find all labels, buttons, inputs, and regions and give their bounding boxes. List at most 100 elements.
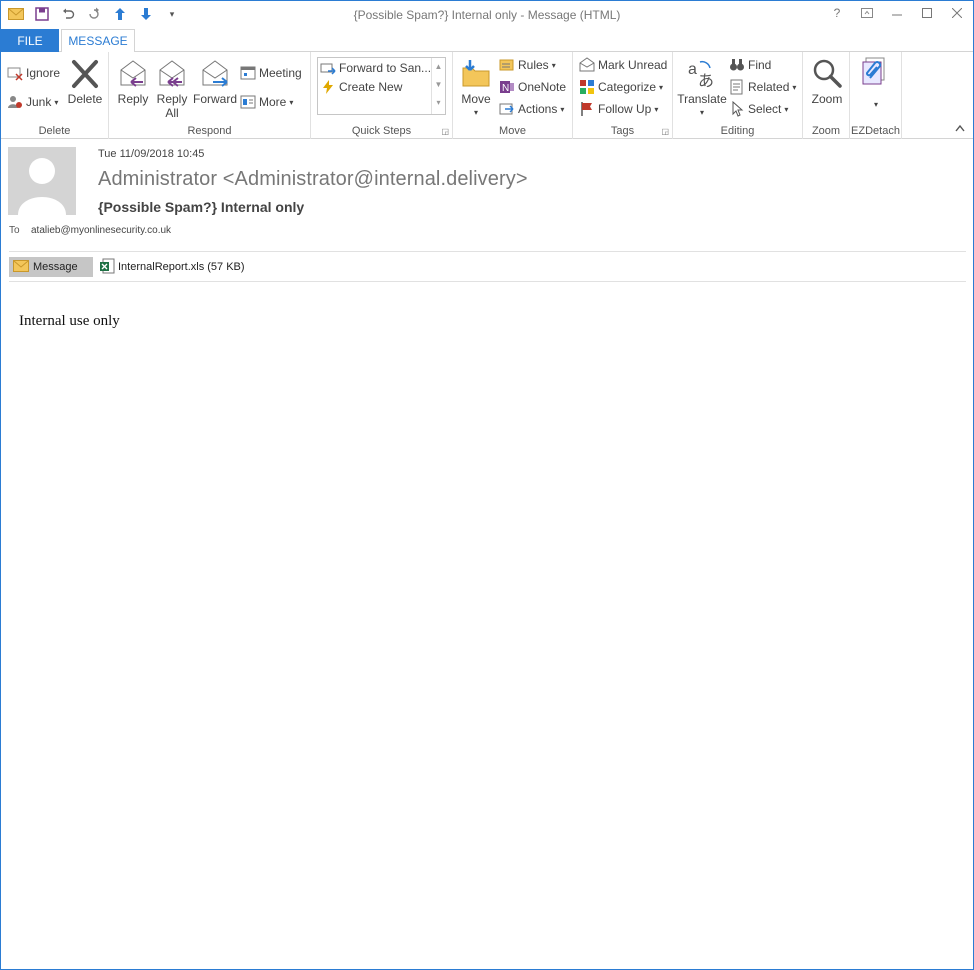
onenote-label: OneNote — [518, 80, 567, 94]
chevron-down-icon: ▾ — [473, 108, 478, 117]
mark-unread-label: Mark Unread — [598, 58, 668, 72]
select-label: Select — [748, 102, 782, 116]
header-divider — [9, 251, 966, 252]
to-recipient[interactable]: atalieb@myonlinesecurity.co.uk — [31, 225, 171, 236]
avatar — [8, 147, 76, 215]
chevron-down-icon: ▾ — [792, 82, 797, 92]
delete-button[interactable]: Delete — [65, 58, 105, 106]
chevron-down-icon: ▾ — [560, 104, 565, 114]
forward-icon — [199, 58, 231, 90]
move-button[interactable]: Move ▾ — [458, 58, 494, 120]
attachment-message-tab[interactable]: Message — [9, 257, 93, 277]
message-envelope-icon — [13, 259, 29, 275]
meeting-button[interactable]: Meeting — [240, 64, 302, 82]
reply-all-button[interactable]: Reply All — [154, 58, 190, 120]
actions-label: Actions — [518, 102, 558, 116]
dialog-launcher-icon[interactable]: ◲ — [441, 127, 449, 136]
rules-button[interactable]: Rules ▾ — [499, 56, 556, 74]
delete-label: Delete — [67, 92, 103, 106]
zoom-group-label: Zoom — [811, 125, 841, 137]
window-title: {Possible Spam?} Internal only - Message… — [353, 8, 621, 22]
forward-button[interactable]: Forward — [193, 58, 237, 106]
forward-label: Forward — [193, 92, 238, 106]
dialog-launcher-icon[interactable]: ◲ — [661, 127, 669, 136]
delete-group-label: Delete — [38, 125, 71, 137]
tags-group: Mark Unread Categorize ▾ Follow Up ▾ Tag… — [573, 52, 673, 139]
select-button[interactable]: Select ▾ — [729, 100, 788, 118]
message-body: Internal use only — [19, 313, 120, 329]
ribbon-display-icon[interactable] — [859, 5, 875, 21]
follow-up-button[interactable]: Follow Up ▾ — [579, 100, 658, 118]
attachment-file-label: InternalReport.xls (57 KB) — [118, 261, 245, 273]
zoom-button[interactable]: Zoom — [807, 58, 847, 106]
svg-text:N: N — [502, 83, 509, 94]
junk-button[interactable]: Junk ▾ — [7, 93, 58, 111]
tab-message[interactable]: MESSAGE — [61, 29, 135, 53]
junk-icon — [7, 94, 23, 110]
quick-steps-scrollbar[interactable]: ▲ ▼ ▾ — [431, 58, 445, 114]
respond-group: Reply Reply All Forward Meeting More ▾ R… — [109, 52, 311, 139]
find-button[interactable]: Find — [729, 56, 771, 74]
quick-step-forward-to[interactable]: Forward to San... — [320, 59, 431, 77]
chevron-down-icon: ▾ — [659, 82, 664, 92]
chevron-down-icon: ▾ — [54, 97, 59, 107]
attachment-message-label: Message — [33, 261, 78, 273]
reply-all-label-1: Reply — [156, 92, 188, 106]
gallery-expand-icon[interactable]: ▾ — [432, 94, 445, 112]
editing-group: aあ Translate ▾ Find Related ▾ Select ▾ E… — [673, 52, 803, 139]
chevron-down-icon: ▾ — [873, 100, 878, 109]
help-icon[interactable]: ? — [829, 5, 845, 21]
tab-file[interactable]: FILE — [1, 29, 59, 52]
quick-step-create-new[interactable]: Create New — [320, 78, 402, 96]
ezdetach-button[interactable]: ▾ — [856, 56, 896, 112]
forward-mail-icon — [320, 60, 336, 76]
meeting-label: Meeting — [259, 66, 302, 80]
ezdetach-group-label: EZDetach — [851, 125, 900, 137]
editing-group-label: Editing — [720, 125, 755, 137]
lightning-icon — [320, 79, 336, 95]
outlook-message-window: ▾ {Possible Spam?} Internal only - Messa… — [0, 0, 974, 970]
maximize-icon[interactable] — [919, 5, 935, 21]
follow-up-label: Follow Up — [598, 102, 652, 116]
actions-icon — [499, 101, 515, 117]
translate-button[interactable]: aあ Translate ▾ — [677, 58, 727, 120]
paperclip-icon — [860, 56, 892, 88]
chevron-down-icon: ▾ — [654, 104, 659, 114]
reply-button[interactable]: Reply — [115, 58, 151, 106]
svg-text:a: a — [688, 61, 697, 78]
translate-label: Translate — [677, 92, 727, 106]
magnifier-icon — [811, 58, 843, 90]
actions-button[interactable]: Actions ▾ — [499, 100, 564, 118]
flag-icon — [579, 101, 595, 117]
ribbon: Ignore Junk ▾ Delete Delete Reply Reply … — [1, 52, 973, 139]
categorize-button[interactable]: Categorize ▾ — [579, 78, 663, 96]
scroll-up-icon[interactable]: ▲ — [432, 58, 445, 76]
ignore-button[interactable]: Ignore — [7, 64, 60, 82]
collapse-ribbon-icon[interactable] — [955, 124, 965, 135]
to-label: To — [9, 225, 20, 236]
more-label: More — [259, 95, 287, 109]
chevron-down-icon: ▾ — [289, 97, 294, 107]
message-sender[interactable]: Administrator <Administrator@internal.de… — [98, 168, 528, 191]
quick-step-create-label: Create New — [339, 80, 403, 94]
zoom-label: Zoom — [811, 92, 843, 106]
ignore-label: Ignore — [26, 66, 61, 80]
mark-unread-button[interactable]: Mark Unread — [579, 56, 667, 74]
junk-label: Junk — [26, 95, 52, 109]
scroll-down-icon[interactable]: ▼ — [432, 76, 445, 94]
reply-all-label-2: All — [165, 106, 179, 120]
message-date: Tue 11/09/2018 10:45 — [98, 148, 205, 160]
ezdetach-group: ▾ EZDetach — [850, 52, 902, 139]
minimize-icon[interactable] — [889, 5, 905, 21]
more-button[interactable]: More ▾ — [240, 93, 293, 111]
onenote-button[interactable]: N OneNote — [499, 78, 566, 96]
move-group: Move ▾ Rules ▾ N OneNote Actions ▾ Move — [453, 52, 573, 139]
svg-text:あ: あ — [698, 71, 714, 90]
move-label: Move — [461, 92, 491, 106]
close-icon[interactable] — [949, 5, 965, 21]
related-button[interactable]: Related ▾ — [729, 78, 796, 96]
zoom-group: Zoom Zoom — [803, 52, 850, 139]
attachment-file[interactable]: InternalReport.xls (57 KB) — [99, 257, 245, 277]
envelope-icon — [579, 57, 595, 73]
chevron-down-icon: ▾ — [699, 108, 704, 117]
